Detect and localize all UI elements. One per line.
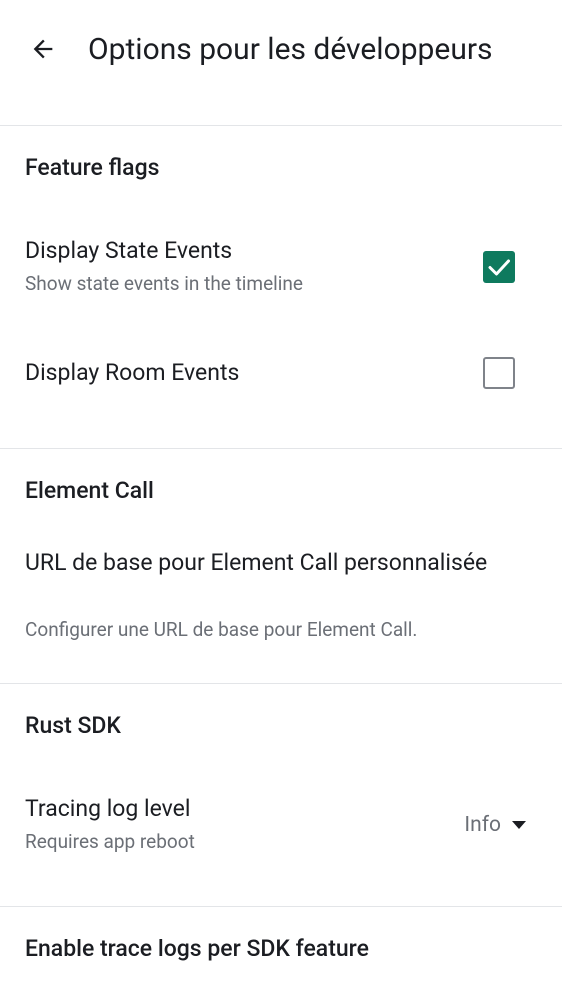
display-room-events-row[interactable]: Display Room Events [0,340,562,410]
element-call-base-url-label: URL de base pour Element Call personnali… [25,549,488,576]
section-title-trace-logs: Enable trace logs per SDK feature [25,935,369,962]
divider [0,683,562,684]
divider [0,448,562,449]
section-title-rust-sdk: Rust SDK [25,712,121,739]
display-state-events-description: Show state events in the timeline [25,272,303,295]
section-title-element-call: Element Call [25,477,154,504]
display-state-events-label: Display State Events [25,237,233,264]
display-state-events-row[interactable]: Display State Events Show state events i… [0,220,562,320]
tracing-log-level-dropdown[interactable]: Info [464,810,527,840]
element-call-base-url-description: Configurer une URL de base pour Element … [25,618,418,641]
tracing-log-level-description: Requires app reboot [25,830,195,853]
divider [0,906,562,907]
back-button[interactable] [26,32,60,66]
display-room-events-checkbox[interactable] [483,357,515,389]
tracing-log-level-label: Tracing log level [25,795,191,822]
display-state-events-checkbox[interactable] [483,251,515,283]
divider [0,125,562,126]
section-title-feature-flags: Feature flags [25,154,160,181]
display-room-events-label: Display Room Events [25,359,240,386]
arrow-back-icon [33,39,53,59]
tracing-log-level-value: Info [464,813,501,837]
dropdown-arrow-icon [512,821,526,829]
top-app-bar: Options pour les développeurs [0,0,562,100]
element-call-base-url-row[interactable]: URL de base pour Element Call personnali… [0,540,562,650]
check-icon [488,259,510,276]
page-title: Options pour les développeurs [88,32,493,67]
